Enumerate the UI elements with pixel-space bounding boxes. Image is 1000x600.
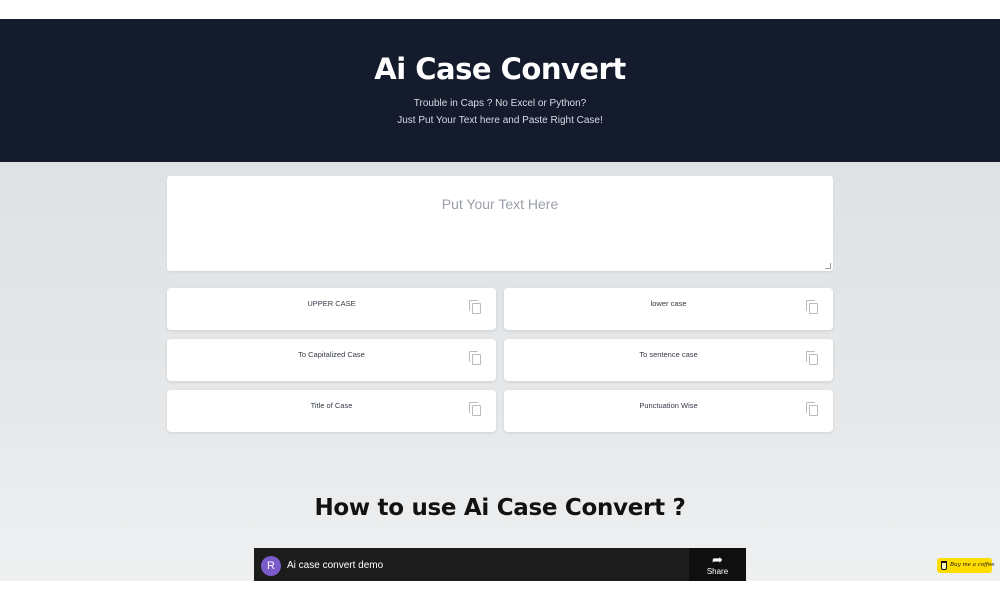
text-input-placeholder: Put Your Text Here bbox=[441, 196, 559, 212]
buy-me-a-coffee-button[interactable]: Buy me a coffee bbox=[937, 558, 995, 573]
punctuation-wise-button[interactable]: Punctuation Wise bbox=[504, 390, 833, 432]
coffee-label: Buy me a coffee bbox=[950, 562, 995, 568]
copy-icon[interactable] bbox=[469, 402, 483, 418]
sentence-case-button[interactable]: To sentence case bbox=[504, 339, 833, 381]
capitalized-case-button[interactable]: To Capitalized Case bbox=[167, 339, 496, 381]
copy-icon[interactable] bbox=[806, 300, 820, 316]
video-embed[interactable]: R Ai case convert demo ➦ Share bbox=[254, 548, 746, 581]
copy-icon[interactable] bbox=[806, 402, 820, 418]
share-label: Share bbox=[706, 567, 729, 576]
page-title: Ai Case Convert bbox=[374, 52, 626, 86]
hero-subtitle-line-2: Just Put Your Text here and Paste Right … bbox=[397, 115, 603, 126]
share-button[interactable]: ➦ Share bbox=[689, 548, 746, 581]
coffee-cup-icon bbox=[941, 561, 947, 570]
sentence-case-label: To sentence case bbox=[639, 350, 698, 359]
lower-case-button[interactable]: lower case bbox=[504, 288, 833, 330]
title-case-button[interactable]: Title of Case bbox=[167, 390, 496, 432]
hero-subtitle-line-1: Trouble in Caps ? No Excel or Python? bbox=[413, 98, 587, 109]
upper-case-label: UPPER CASE bbox=[307, 299, 356, 308]
video-title[interactable]: Ai case convert demo bbox=[287, 560, 383, 571]
resize-handle-icon[interactable] bbox=[825, 263, 831, 269]
channel-avatar[interactable]: R bbox=[261, 556, 281, 576]
howto-heading: How to use Ai Case Convert ? bbox=[314, 495, 686, 521]
upper-case-button[interactable]: UPPER CASE bbox=[167, 288, 496, 330]
capitalized-case-label: To Capitalized Case bbox=[298, 350, 365, 359]
punctuation-wise-label: Punctuation Wise bbox=[639, 401, 698, 410]
hero-banner: Ai Case Convert Trouble in Caps ? No Exc… bbox=[0, 19, 1000, 162]
main-content: Put Your Text Here UPPER CASE lower case… bbox=[0, 162, 1000, 581]
copy-icon[interactable] bbox=[806, 351, 820, 367]
bottom-strip bbox=[0, 581, 1000, 600]
hero-subtitle: Trouble in Caps ? No Excel or Python? Ju… bbox=[0, 95, 1000, 129]
copy-icon[interactable] bbox=[469, 300, 483, 316]
text-input[interactable]: Put Your Text Here bbox=[167, 176, 833, 271]
copy-icon[interactable] bbox=[469, 351, 483, 367]
lower-case-label: lower case bbox=[650, 299, 687, 308]
top-strip bbox=[0, 0, 1000, 19]
title-case-label: Title of Case bbox=[310, 401, 353, 410]
share-icon: ➦ bbox=[712, 552, 723, 567]
